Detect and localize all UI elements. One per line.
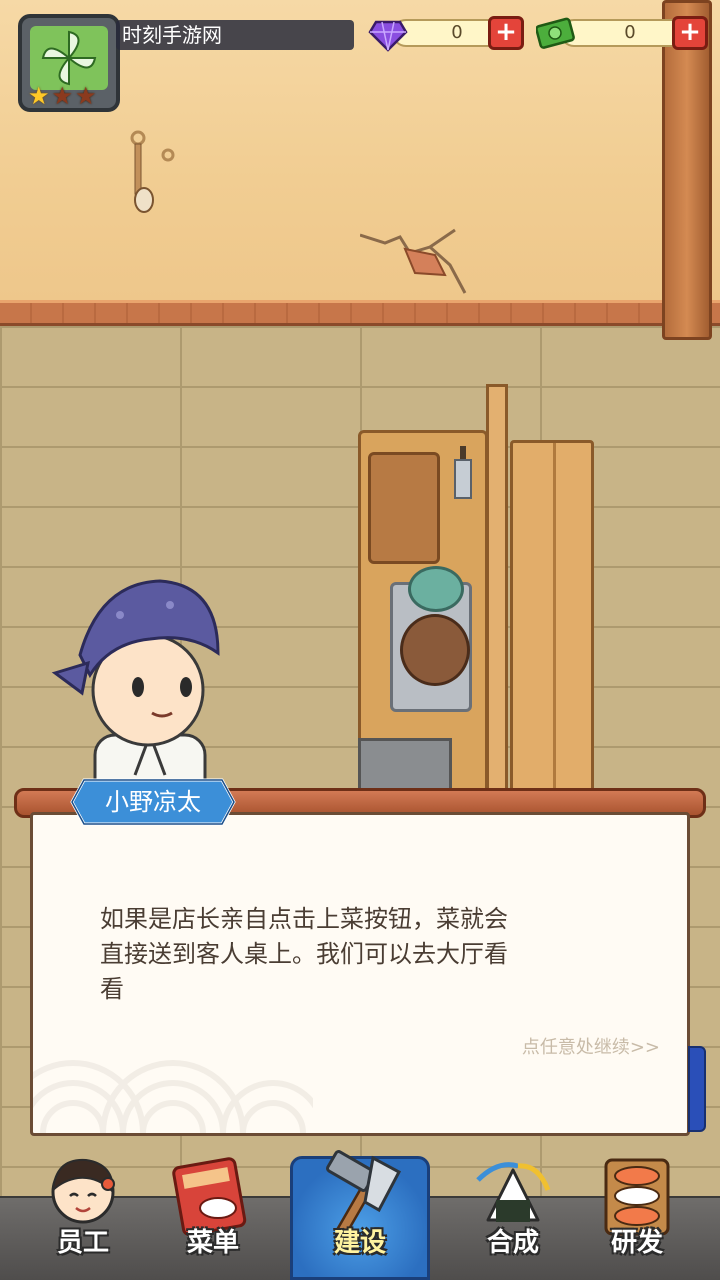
wall-trim (0, 300, 720, 326)
avatar (30, 26, 108, 90)
nav-merge[interactable]: 合成 (458, 1150, 568, 1280)
nav-research-label: 研发 (610, 1228, 663, 1258)
nav-merge-label: 合成 (486, 1228, 539, 1258)
dialog-line: 看 (100, 975, 124, 1003)
nav-build-label: 建设 (333, 1228, 386, 1258)
soup-pot-icon (400, 614, 470, 686)
wall-hook-ladle-icon (130, 130, 175, 213)
nav-menu[interactable]: 菜单 (158, 1150, 268, 1280)
wave-pattern-decoration (33, 1060, 313, 1133)
speaker-name-tag: 小野凉太 (70, 778, 236, 826)
purple-gem-icon (368, 20, 408, 52)
nav-build[interactable]: 建设 (305, 1150, 415, 1280)
star-empty-icon: ★ (75, 82, 97, 110)
kitchen-knife-icon (454, 446, 472, 499)
chef-avatar-icon (51, 1158, 115, 1224)
nav-staff-label: 员工 (56, 1228, 109, 1258)
dialog-line: 如果是店长亲自点击上菜按钮，菜就会 (100, 905, 508, 933)
wooden-pillar (662, 0, 712, 340)
nav-research[interactable]: 研发 (582, 1150, 692, 1280)
dialog-text: 如果是店长亲自点击上菜按钮，菜就会 直接送到客人桌上。我们可以去大厅看 看 (100, 902, 610, 1007)
wooden-post (486, 384, 508, 804)
sushi-tray-icon (604, 1158, 670, 1236)
gem-counter: 0 + (368, 16, 528, 52)
wooden-partition (510, 440, 594, 800)
star-filled-icon: ★ (28, 82, 50, 110)
dialog-line: 直接送到客人桌上。我们可以去大厅看 (100, 940, 508, 968)
continue-hint[interactable]: 点任意处继续>> (470, 1036, 660, 1060)
green-pot-icon (408, 566, 464, 612)
add-gem-button[interactable]: + (488, 16, 524, 50)
side-panel-tab[interactable] (688, 1046, 706, 1132)
star-rating: ★ ★ ★ (28, 84, 97, 108)
menu-book-icon (172, 1157, 247, 1237)
wall-crack-decoration (360, 228, 467, 294)
cash-counter: 0 + (536, 16, 708, 50)
pinwheel-icon (41, 30, 97, 86)
star-empty-icon: ★ (51, 82, 74, 110)
hammer-saw-icon (326, 1150, 402, 1236)
nav-staff[interactable]: 员工 (28, 1150, 138, 1280)
nav-menu-label: 菜单 (186, 1228, 239, 1258)
speaker-name: 小野凉太 (105, 788, 201, 816)
cash-icon (536, 17, 575, 49)
site-name-label: 时刻手游网 (116, 20, 354, 50)
cutting-board (368, 452, 440, 564)
add-cash-button[interactable]: + (672, 16, 708, 50)
rice-ball-merge-icon (476, 1162, 551, 1222)
